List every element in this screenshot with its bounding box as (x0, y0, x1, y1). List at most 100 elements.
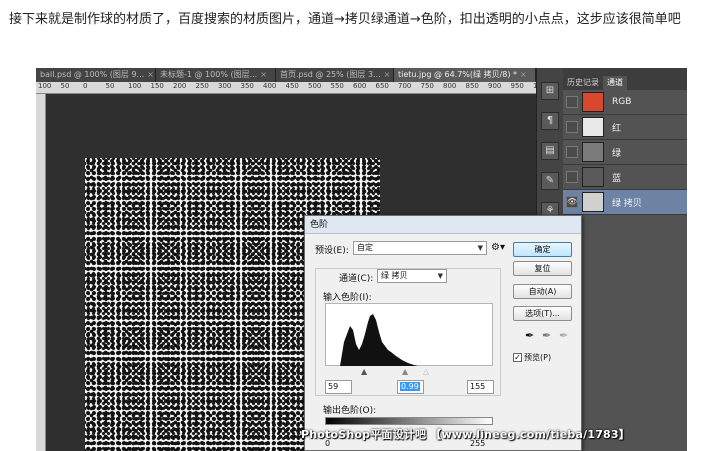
document-tab-bar: ball.psd @ 100% (图层 9... × 未标题-1 @ 100% (… (36, 68, 536, 82)
histogram-graph (340, 314, 418, 366)
tab-history[interactable]: 历史记录 (563, 76, 603, 90)
reset-button[interactable]: 复位 (513, 261, 572, 276)
dialog-title: 色阶 (305, 216, 581, 234)
gray-eyedropper-icon[interactable]: ✒ (542, 329, 551, 342)
black-eyedropper-icon[interactable]: ✒ (525, 329, 534, 342)
visibility-toggle[interactable] (566, 121, 578, 133)
visibility-toggle[interactable] (566, 96, 578, 108)
midtone-slider-handle[interactable]: ▲ (402, 367, 408, 376)
ruler-tick-label: 300 (218, 82, 232, 90)
tab-close-icon[interactable]: × (147, 70, 154, 79)
tab-channels[interactable]: 通道 (603, 76, 627, 90)
channel-thumbnail (582, 167, 604, 187)
input-gamma-field[interactable]: 0.99 (397, 380, 424, 394)
ruler-tick-label: 100 (38, 82, 52, 90)
ruler-tick-label: 500 (308, 82, 322, 90)
channel-name: RGB (612, 97, 632, 107)
tab-close-icon[interactable]: × (260, 70, 267, 79)
channel-row-green[interactable]: 绿 (563, 140, 687, 165)
levels-histogram (325, 303, 493, 366)
ruler-tick-label: 750 (420, 82, 434, 90)
channel-dropdown[interactable]: 绿 拷贝 ▼ (377, 269, 447, 283)
visibility-toggle[interactable] (566, 171, 578, 183)
channel-thumbnail (582, 192, 604, 212)
ruler-tick-label: 650 (375, 82, 389, 90)
channel-name: 蓝 (612, 173, 622, 184)
output-levels-label: 输出色阶(O): (323, 406, 377, 416)
tab-close-icon[interactable]: × (384, 70, 391, 79)
channel-row-rgb[interactable]: RGB (563, 90, 687, 115)
ruler-tick-label: 600 (353, 82, 367, 90)
input-white-field[interactable]: 155 (467, 380, 494, 394)
chevron-down-icon: ▼ (477, 244, 483, 252)
channel-label: 通道(C): (339, 274, 374, 284)
layers-panel-icon[interactable]: ▤ (541, 142, 559, 160)
input-white-value: 155 (470, 382, 486, 391)
article-text: 接下来就是制作球的材质了，百度搜索的材质图片，通道→拷贝绿通道→色阶，扣出透明的… (9, 12, 681, 27)
ok-button[interactable]: 确定 (513, 242, 572, 257)
options-button[interactable]: 选项(T)... (513, 306, 572, 321)
white-eyedropper-icon[interactable]: ✒ (559, 329, 568, 342)
document-tab-ball[interactable]: ball.psd @ 100% (图层 9... × (36, 68, 156, 82)
preset-options-gear-icon[interactable]: ⚙▾ (491, 242, 505, 253)
ruler-tick-label: 0 (83, 82, 88, 90)
input-black-value: 59 (328, 382, 339, 391)
input-gamma-value: 0.99 (400, 382, 420, 391)
tab-label: 未标题-1 @ 100% (图层... (160, 70, 258, 79)
visibility-toggle[interactable] (566, 146, 578, 158)
input-levels-label: 输入色阶(I): (323, 293, 372, 303)
ruler-tick-label: 700 (398, 82, 412, 90)
auto-button[interactable]: 自动(A) (513, 284, 572, 299)
ruler-tick-label: 350 (240, 82, 254, 90)
ruler-tick-label: 450 (285, 82, 299, 90)
input-black-field[interactable]: 59 (325, 380, 352, 394)
channel-row-green-copy[interactable]: 👁 绿 拷贝 (563, 190, 687, 215)
ruler-tick-label: 100 (128, 82, 142, 90)
tab-label: 首页.psd @ 25% (图层 3... (280, 70, 381, 79)
ruler-tick-label: 200 (173, 82, 187, 90)
document-tab-tietu[interactable]: tietu.jpg @ 64.7%(绿 拷贝/8) * × (394, 68, 536, 82)
ruler-tick-label: 150 (150, 82, 164, 90)
ruler-tick-label: 250 (195, 82, 209, 90)
adjustments-panel-icon[interactable]: ¶ (541, 112, 559, 130)
white-point-slider-handle[interactable]: △ (423, 367, 429, 376)
channel-row-red[interactable]: 红 (563, 115, 687, 140)
chevron-down-icon: ▼ (437, 272, 443, 280)
channels-panel-tabs: 历史记录 通道 (563, 68, 687, 90)
tab-label: ball.psd @ 100% (图层 9... (40, 70, 145, 79)
preview-checkbox-row[interactable]: ✓ 预览(P) (513, 352, 551, 363)
ruler-tick-label: 50 (105, 82, 115, 90)
preview-checkbox[interactable]: ✓ (513, 353, 522, 362)
ruler-tick-label: 50 (60, 82, 70, 90)
black-point-slider-handle[interactable]: ▲ (361, 367, 367, 376)
document-tab-homepage[interactable]: 首页.psd @ 25% (图层 3... × (276, 68, 394, 82)
ruler-tick-label: 400 (263, 82, 277, 90)
document-tab-untitled[interactable]: 未标题-1 @ 100% (图层... × (156, 68, 276, 82)
output-gradient-bar (325, 417, 493, 425)
preset-label: 预设(E): (315, 246, 349, 256)
tab-close-icon[interactable]: × (520, 70, 527, 79)
ruler-tick-label: 800 (443, 82, 457, 90)
horizontal-ruler: 100 50 0 50 100 150 200 250 300 350 400 450 500 550 60… (36, 82, 536, 94)
preview-label: 预览(P) (524, 353, 552, 362)
brush-panel-icon[interactable]: ✎ (541, 172, 559, 190)
channel-thumbnail (582, 92, 604, 112)
ruler-tick-label: 900 (488, 82, 502, 90)
preset-value: 自定 (357, 243, 373, 252)
eye-icon[interactable]: 👁 (566, 196, 578, 208)
channel-name: 红 (612, 123, 622, 134)
history-panel-icon[interactable]: ⊞ (541, 82, 559, 100)
channel-row-blue[interactable]: 蓝 (563, 165, 687, 190)
preset-dropdown[interactable]: 自定 ▼ (353, 241, 487, 255)
channel-value: 绿 拷贝 (381, 271, 408, 280)
vertical-ruler (36, 94, 46, 451)
ruler-tick-label: 950 (510, 82, 524, 90)
ruler-tick-label: 550 (330, 82, 344, 90)
ruler-tick-label: 850 (465, 82, 479, 90)
watermark-text: PhotoShop平面设计吧 【www.lineeg.com/tieba/178… (301, 428, 630, 441)
channel-thumbnail (582, 117, 604, 137)
channel-name: 绿 拷贝 (612, 198, 642, 209)
levels-dialog: 色阶 预设(E): 自定 ▼ ⚙▾ 通道(C): 绿 拷贝 ▼ 输入色阶(I):… (304, 215, 582, 451)
channel-name: 绿 (612, 148, 622, 159)
tab-label: tietu.jpg @ 64.7%(绿 拷贝/8) * (398, 70, 518, 79)
